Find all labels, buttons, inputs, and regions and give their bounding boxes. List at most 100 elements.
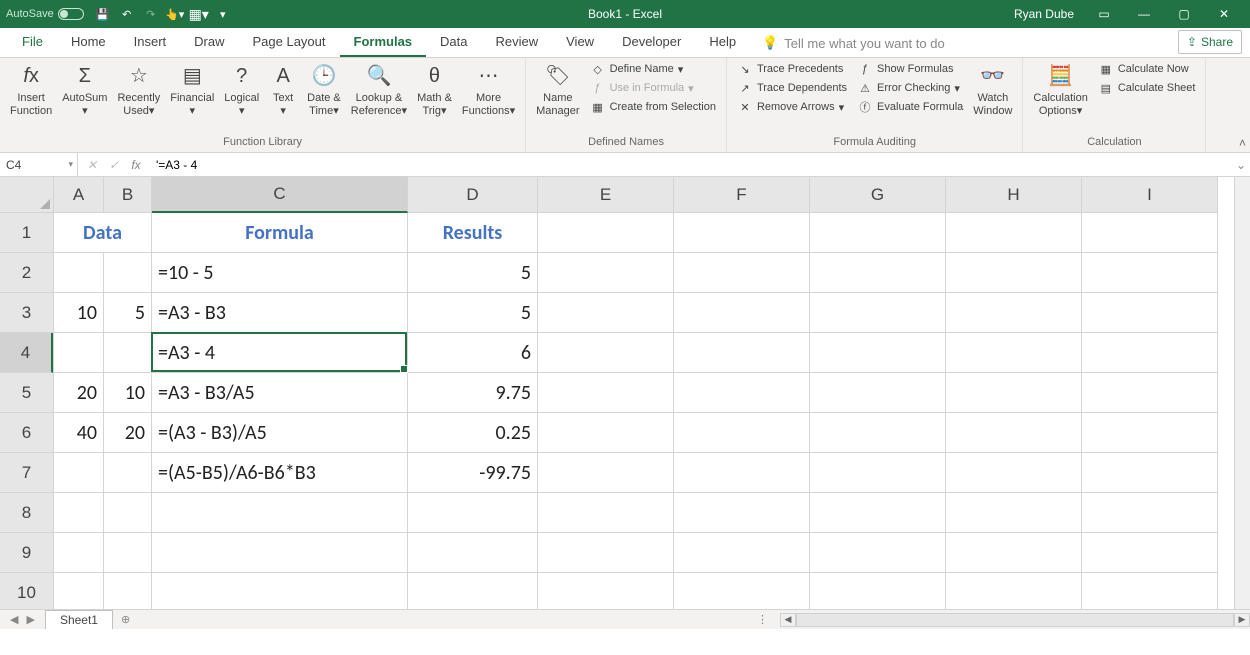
row-header[interactable]: 9: [0, 533, 53, 573]
cell[interactable]: =A3 - B3/A5: [152, 373, 408, 413]
cell[interactable]: [152, 533, 408, 573]
cell[interactable]: [54, 533, 104, 573]
calculate-sheet-button[interactable]: ▤Calculate Sheet: [1094, 79, 1200, 97]
row-header[interactable]: 1: [0, 213, 53, 253]
new-sheet-button[interactable]: ⊕: [113, 611, 138, 628]
tab-home[interactable]: Home: [57, 28, 120, 57]
cell[interactable]: [1082, 573, 1218, 609]
cell[interactable]: [674, 293, 810, 333]
close-icon[interactable]: ✕: [1204, 0, 1244, 28]
cell[interactable]: [810, 253, 946, 293]
show-formulas-button[interactable]: ƒShow Formulas: [853, 60, 967, 78]
insert-function-button[interactable]: fxInsertFunction: [6, 60, 56, 120]
logical-button[interactable]: ?Logical▾: [220, 60, 263, 120]
cell[interactable]: [1082, 413, 1218, 453]
financial-button[interactable]: ▤Financial▾: [166, 60, 218, 120]
cell[interactable]: [538, 533, 674, 573]
cell[interactable]: [104, 333, 152, 373]
tab-draw[interactable]: Draw: [180, 28, 238, 57]
date-time-button[interactable]: 🕒Date &Time▾: [303, 60, 345, 120]
cell[interactable]: =(A5-B5)/A6-B6*B3: [152, 453, 408, 493]
cell[interactable]: =A3 - 4: [152, 333, 408, 373]
cell[interactable]: [946, 413, 1082, 453]
cell[interactable]: [408, 533, 538, 573]
column-header[interactable]: H: [946, 177, 1082, 213]
row-header[interactable]: 4: [0, 333, 53, 373]
row-header[interactable]: 5: [0, 373, 53, 413]
cell[interactable]: [1082, 533, 1218, 573]
cell[interactable]: [810, 573, 946, 609]
cell[interactable]: [408, 573, 538, 609]
expand-formula-icon[interactable]: ⌄: [1232, 158, 1250, 172]
cell[interactable]: =A3 - B3: [152, 293, 408, 333]
math-trig-button[interactable]: θMath &Trig▾: [413, 60, 456, 120]
cell[interactable]: [810, 333, 946, 373]
cell[interactable]: =(A3 - B3)/A5: [152, 413, 408, 453]
row-header[interactable]: 6: [0, 413, 53, 453]
cell[interactable]: [946, 253, 1082, 293]
cell[interactable]: [538, 453, 674, 493]
qat-customize-icon[interactable]: ▾: [212, 3, 234, 25]
tell-me[interactable]: 💡Tell me what you want to do: [762, 35, 945, 57]
cell[interactable]: [946, 493, 1082, 533]
lookup-ref-button[interactable]: 🔍Lookup &Reference▾: [347, 60, 411, 120]
cell[interactable]: [674, 253, 810, 293]
text-button[interactable]: AText▾: [265, 60, 301, 120]
column-header[interactable]: A: [54, 177, 104, 213]
cell[interactable]: 5: [408, 253, 538, 293]
remove-arrows-button[interactable]: ✕Remove Arrows ▾: [733, 98, 851, 116]
cell[interactable]: [54, 453, 104, 493]
cell[interactable]: Results: [408, 213, 538, 253]
create-from-selection-button[interactable]: ▦Create from Selection: [586, 98, 720, 116]
row-header[interactable]: 7: [0, 453, 53, 493]
ribbon-display-icon[interactable]: ▭: [1084, 0, 1124, 28]
cell[interactable]: [674, 213, 810, 253]
redo-icon[interactable]: ↷: [140, 3, 162, 25]
error-checking-button[interactable]: ⚠Error Checking ▾: [853, 79, 967, 97]
row-header[interactable]: 8: [0, 493, 53, 533]
cell[interactable]: [54, 333, 104, 373]
cell[interactable]: [1082, 213, 1218, 253]
name-manager-button[interactable]: 🏷NameManager: [532, 60, 583, 120]
trace-dependents-button[interactable]: ↗Trace Dependents: [733, 79, 851, 97]
calculation-options-button[interactable]: 🧮CalculationOptions▾: [1029, 60, 1091, 120]
cell[interactable]: =10 - 5: [152, 253, 408, 293]
cell[interactable]: [810, 293, 946, 333]
cell[interactable]: [810, 453, 946, 493]
cell[interactable]: 20: [54, 373, 104, 413]
autosum-button[interactable]: ΣAutoSum▾: [58, 60, 111, 120]
tab-data[interactable]: Data: [426, 28, 481, 57]
column-header[interactable]: D: [408, 177, 538, 213]
sheet-nav-next-icon[interactable]: ▶: [26, 613, 34, 626]
define-name-button[interactable]: ◇Define Name ▾: [586, 60, 720, 78]
cell[interactable]: [1082, 253, 1218, 293]
cell[interactable]: 5: [104, 293, 152, 333]
cell[interactable]: [104, 493, 152, 533]
fx-icon[interactable]: fx: [126, 155, 146, 175]
use-in-formula-button[interactable]: ƒUse in Formula ▾: [586, 79, 720, 97]
cell[interactable]: [946, 533, 1082, 573]
cell[interactable]: [674, 413, 810, 453]
tab-formulas[interactable]: Formulas: [340, 28, 427, 57]
cell[interactable]: [674, 373, 810, 413]
cell[interactable]: [1082, 373, 1218, 413]
column-header[interactable]: C: [152, 177, 408, 213]
cell[interactable]: [538, 253, 674, 293]
touch-mode-icon[interactable]: 👆▾: [164, 3, 186, 25]
cell[interactable]: 6: [408, 333, 538, 373]
cell[interactable]: 10: [54, 293, 104, 333]
cell[interactable]: [538, 333, 674, 373]
cell[interactable]: [674, 533, 810, 573]
cell[interactable]: [538, 293, 674, 333]
maximize-icon[interactable]: ▢: [1164, 0, 1204, 28]
evaluate-formula-button[interactable]: ⓕEvaluate Formula: [853, 98, 967, 116]
cell[interactable]: [1082, 493, 1218, 533]
tab-file[interactable]: File: [8, 28, 57, 57]
cell[interactable]: [810, 413, 946, 453]
watch-window-button[interactable]: 👓WatchWindow: [969, 60, 1016, 120]
cell[interactable]: [152, 573, 408, 609]
cell[interactable]: [810, 373, 946, 413]
cell[interactable]: [538, 413, 674, 453]
qat-more-icon[interactable]: ▦▾: [188, 3, 210, 25]
more-functions-button[interactable]: ⋯MoreFunctions▾: [458, 60, 519, 120]
